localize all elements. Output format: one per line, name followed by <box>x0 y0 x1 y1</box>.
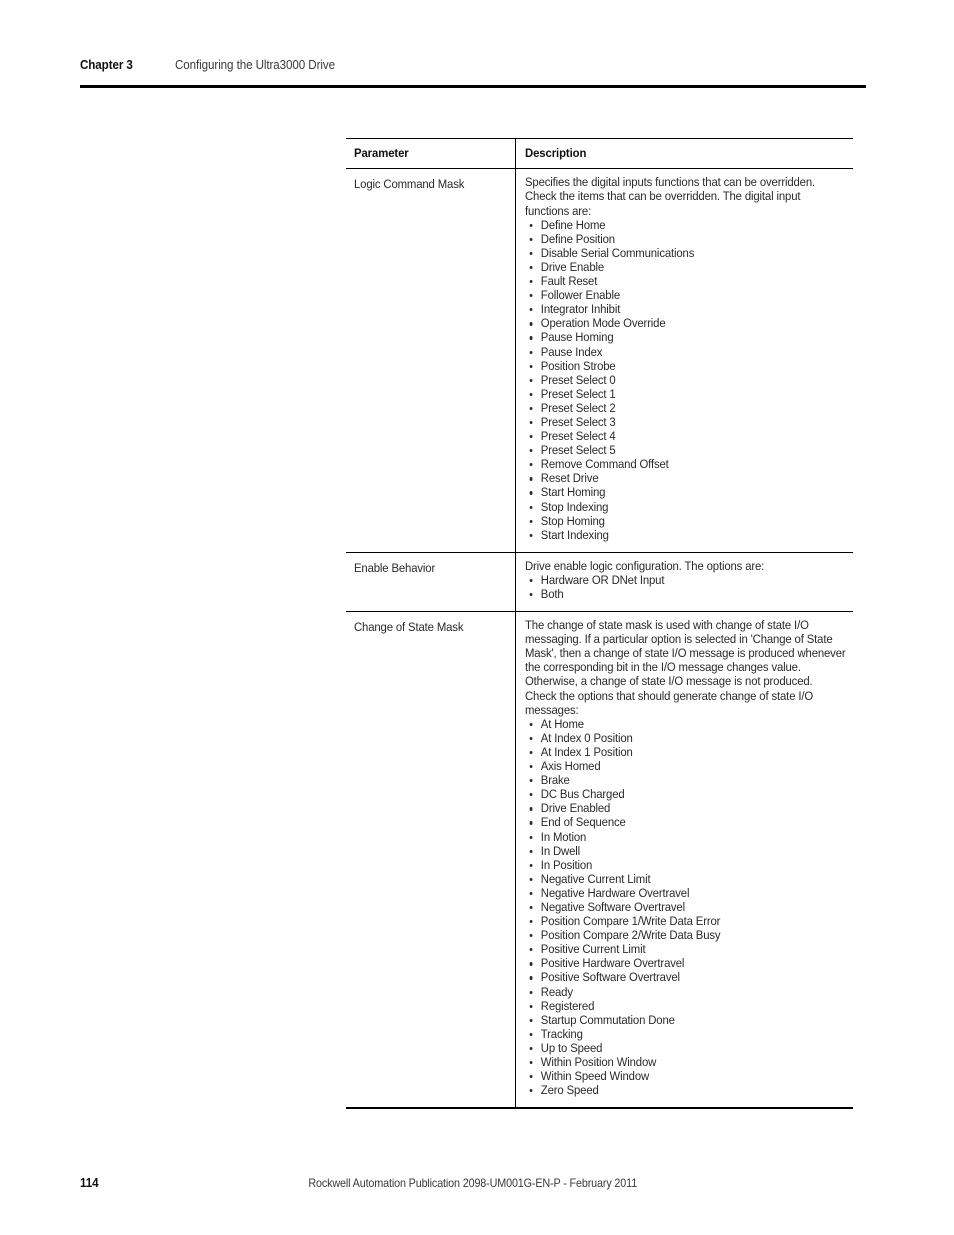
list-item: Negative Current Limit <box>525 872 847 886</box>
column-header-parameter: Parameter <box>354 146 409 161</box>
list-item: Brake <box>525 773 847 787</box>
description-text: Drive enable logic configuration. The op… <box>525 558 765 573</box>
description-bullet-list: Hardware OR DNet Input Both <box>525 573 847 601</box>
list-item: Reset Drive <box>525 471 847 485</box>
table-cell-parameter: Change of State Mask <box>346 612 515 1107</box>
parameter-table: Parameter Description Logic Command Mask… <box>346 138 853 1109</box>
description-bullet-list: Define Home Define Position Disable Seri… <box>525 218 847 542</box>
list-item: Stop Indexing <box>525 500 847 514</box>
list-item: End of Sequence <box>525 815 847 829</box>
table-cell-description: Specifies the digital inputs functions t… <box>515 169 853 552</box>
list-item: Start Homing <box>525 485 847 499</box>
list-item: Drive Enabled <box>525 801 847 815</box>
parameter-name: Enable Behavior <box>354 560 436 575</box>
description-text: The change of state mask is used with ch… <box>525 618 846 717</box>
chapter-label: Chapter 3 <box>80 58 133 72</box>
table-bottom-rule <box>346 1107 853 1109</box>
list-item: Preset Select 2 <box>525 401 847 415</box>
table-header-cell-parameter: Parameter <box>346 139 515 168</box>
table-cell-parameter: Logic Command Mask <box>346 169 515 551</box>
list-item: Hardware OR DNet Input <box>525 573 847 587</box>
list-item: In Motion <box>525 830 847 844</box>
list-item: In Dwell <box>525 844 847 858</box>
list-item: Up to Speed <box>525 1041 847 1055</box>
list-item: Negative Hardware Overtravel <box>525 886 847 900</box>
publication-text: Rockwell Automation Publication 2098-UM0… <box>308 1177 638 1190</box>
list-item: Axis Homed <box>525 759 847 773</box>
publication-line: Rockwell Automation Publication 2098-UM0… <box>80 1177 866 1190</box>
list-item: At Index 0 Position <box>525 731 847 745</box>
list-item: Within Position Window <box>525 1055 847 1069</box>
table-header-cell-description: Description <box>515 139 853 169</box>
list-item: Registered <box>525 999 847 1013</box>
parameter-name: Change of State Mask <box>354 620 464 635</box>
list-item: Ready <box>525 985 847 999</box>
list-item: Within Speed Window <box>525 1069 847 1083</box>
list-item: Negative Software Overtravel <box>525 900 847 914</box>
list-item: Position Compare 1/Write Data Error <box>525 914 847 928</box>
description-bullet-list: At Home At Index 0 Position At Index 1 P… <box>525 717 847 1098</box>
running-header: Chapter 3 Configuring the Ultra3000 Driv… <box>80 58 866 82</box>
list-item: Preset Select 5 <box>525 443 847 457</box>
description-text: Specifies the digital inputs functions t… <box>525 175 816 218</box>
table-cell-description: The change of state mask is used with ch… <box>515 612 853 1108</box>
list-item: Operation Mode Override <box>525 316 847 330</box>
list-item: Position Compare 2/Write Data Busy <box>525 928 847 942</box>
list-item: Positive Software Overtravel <box>525 970 847 984</box>
chapter-title: Configuring the Ultra3000 Drive <box>174 58 335 72</box>
list-item: Fault Reset <box>525 274 847 288</box>
list-item: Tracking <box>525 1027 847 1041</box>
list-item: Start Indexing <box>525 528 847 542</box>
table-cell-description: Drive enable logic configuration. The op… <box>515 552 853 612</box>
header-divider-rule <box>80 85 866 88</box>
list-item: Preset Select 1 <box>525 387 847 401</box>
list-item: Positive Hardware Overtravel <box>525 956 847 970</box>
list-item: Stop Homing <box>525 514 847 528</box>
list-item: Pause Homing <box>525 330 847 344</box>
list-item: Define Home <box>525 218 847 232</box>
list-item: Disable Serial Communications <box>525 246 847 260</box>
table-row: Logic Command Mask Specifies the digital… <box>346 169 853 552</box>
list-item: Drive Enable <box>525 260 847 274</box>
list-item: Integrator Inhibit <box>525 302 847 316</box>
parameter-name: Logic Command Mask <box>354 177 465 192</box>
list-item: Remove Command Offset <box>525 457 847 471</box>
list-item: Define Position <box>525 232 847 246</box>
list-item: Position Strobe <box>525 359 847 373</box>
table-cell-parameter: Enable Behavior <box>346 553 515 611</box>
list-item: Preset Select 0 <box>525 373 847 387</box>
list-item: In Position <box>525 858 847 872</box>
list-item: Positive Current Limit <box>525 942 847 956</box>
list-item: At Index 1 Position <box>525 745 847 759</box>
list-item: Follower Enable <box>525 288 847 302</box>
list-item: Preset Select 4 <box>525 429 847 443</box>
table-header-row: Parameter Description <box>346 139 853 169</box>
table-row: Change of State Mask The change of state… <box>346 612 853 1108</box>
table-row: Enable Behavior Drive enable logic confi… <box>346 552 853 612</box>
list-item: DC Bus Charged <box>525 787 847 801</box>
list-item: At Home <box>525 717 847 731</box>
list-item: Both <box>525 587 847 601</box>
list-item: Preset Select 3 <box>525 415 847 429</box>
column-header-description: Description <box>525 146 587 161</box>
list-item: Pause Index <box>525 345 847 359</box>
page-footer: 114 Rockwell Automation Publication 2098… <box>80 1176 866 1196</box>
list-item: Startup Commutation Done <box>525 1013 847 1027</box>
list-item: Zero Speed <box>525 1083 847 1097</box>
document-page: Chapter 3 Configuring the Ultra3000 Driv… <box>0 0 954 1235</box>
